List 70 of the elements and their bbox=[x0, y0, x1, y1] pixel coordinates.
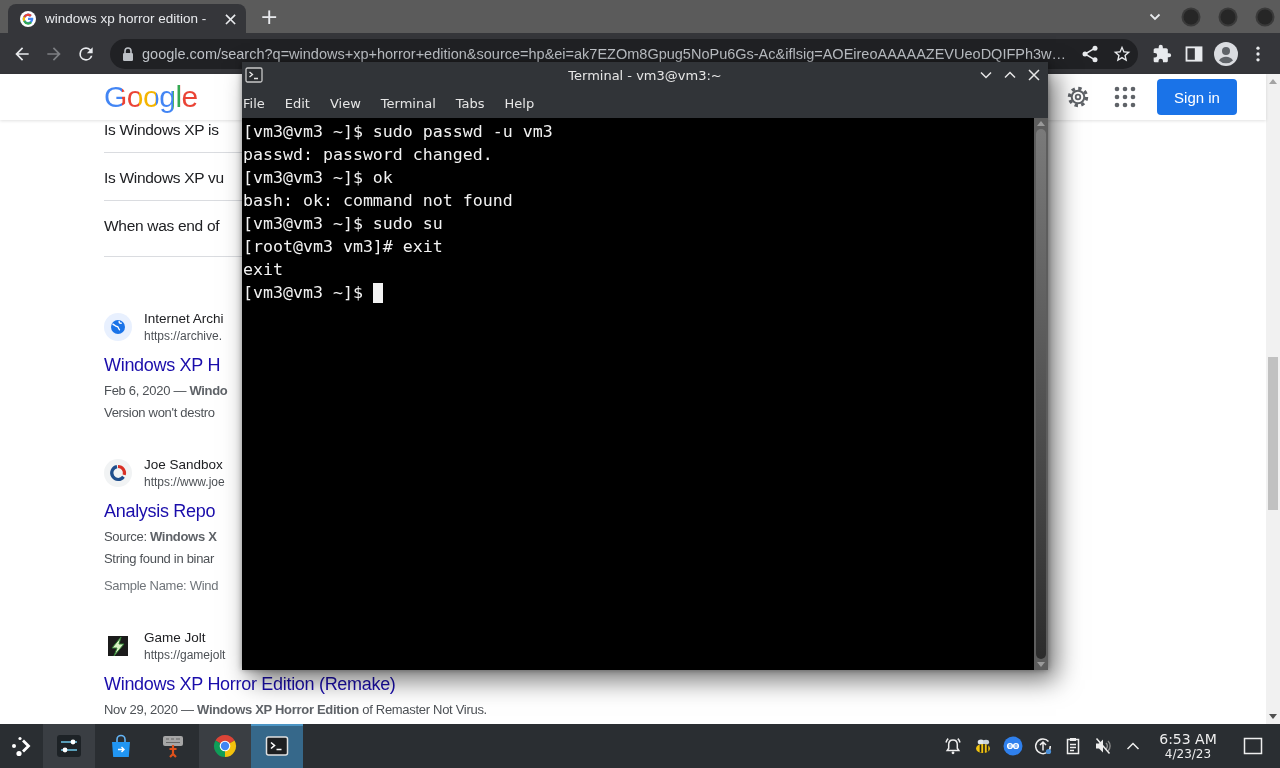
sidebar-icon[interactable] bbox=[1184, 43, 1204, 64]
square-icon[interactable] bbox=[1243, 736, 1263, 756]
result-title-link[interactable]: Analysis Repo bbox=[104, 498, 216, 524]
site-name: Game Jolt bbox=[144, 629, 206, 647]
terminal-line: [vm3@vm3 ~]$ sudo passwd -u vm3 bbox=[243, 121, 553, 143]
snippet-text: Sample Name: Wind bbox=[104, 577, 219, 595]
site-name: Internet Archi bbox=[144, 310, 224, 328]
close-icon[interactable] bbox=[1028, 69, 1040, 81]
terminal-line: [vm3@vm3 ~]$ bbox=[243, 282, 363, 304]
scroll-down-arrow-icon[interactable] bbox=[1268, 713, 1278, 721]
share-icon[interactable] bbox=[1080, 43, 1100, 64]
snippet-text: Source: Windows X bbox=[104, 528, 217, 546]
taskbar-button[interactable] bbox=[199, 724, 251, 768]
clock-time: 6:53 AM bbox=[1159, 731, 1217, 747]
bell-icon[interactable] bbox=[943, 736, 963, 756]
close-tab-button[interactable]: × bbox=[220, 9, 240, 28]
scrollbar[interactable] bbox=[1266, 74, 1280, 724]
terminal-line: [root@vm3 vm3]# exit bbox=[243, 236, 443, 258]
globe-icon bbox=[104, 313, 132, 341]
clock-date: 4/23/23 bbox=[1164, 747, 1212, 761]
snippet-text: String found in binar bbox=[104, 550, 215, 568]
terminal-line: passwd: password changed. bbox=[243, 144, 493, 166]
terminal-line: exit bbox=[243, 259, 283, 281]
terminal-line: [vm3@vm3 ~]$ ok bbox=[243, 167, 393, 189]
result-url: https://gamejolt bbox=[144, 647, 226, 663]
menu-item[interactable]: View bbox=[319, 95, 371, 111]
result-url: https://archive. bbox=[144, 328, 223, 344]
question-item[interactable]: Is Windows XP vu bbox=[104, 168, 224, 188]
chevron-up-icon[interactable] bbox=[1004, 69, 1016, 81]
g-logo-icon bbox=[20, 10, 36, 27]
terminal-icon bbox=[245, 67, 263, 83]
taskbar-button[interactable] bbox=[43, 724, 95, 768]
menu-item[interactable]: Tabs bbox=[445, 95, 495, 111]
result-title-link[interactable]: Windows XP H bbox=[104, 352, 221, 378]
snippet-text: Version won't destro bbox=[104, 404, 215, 422]
taskbar-button[interactable] bbox=[251, 724, 303, 768]
browser-icon bbox=[211, 732, 239, 760]
terminal-line: [vm3@vm3 ~]$ sudo su bbox=[243, 213, 443, 235]
sign-in-button[interactable]: Sign in bbox=[1157, 79, 1237, 115]
scrollbar-thumb[interactable] bbox=[1268, 357, 1278, 510]
site-name: Joe Sandbox bbox=[144, 456, 223, 474]
text-cursor bbox=[372, 282, 383, 303]
snippet-text: Feb 6, 2020 — Windo bbox=[104, 382, 228, 400]
apps-grid-icon[interactable] bbox=[1113, 85, 1137, 109]
puzzle-piece-icon[interactable] bbox=[1152, 43, 1172, 64]
menu-item[interactable]: Terminal bbox=[370, 95, 446, 111]
snippet-text: Nov 29, 2020 — Windows XP Horror Edition of Remaster Not Virus. bbox=[104, 701, 487, 719]
new-tab-button[interactable]: + bbox=[260, 6, 279, 28]
result-url: https://www.joe bbox=[144, 474, 225, 490]
lock-icon bbox=[122, 46, 134, 61]
question-item[interactable]: When was end of bbox=[104, 216, 220, 236]
menu-item[interactable]: Edit bbox=[274, 95, 320, 111]
menu-item[interactable]: File bbox=[243, 95, 275, 111]
result-title-link[interactable]: Windows XP Horror Edition (Remake) bbox=[104, 671, 396, 697]
menu-item[interactable]: Help bbox=[494, 95, 545, 111]
bee-icon[interactable] bbox=[973, 736, 993, 756]
scrollbar[interactable] bbox=[1034, 118, 1048, 670]
speaker-muted-icon[interactable] bbox=[1093, 736, 1113, 756]
ring-icon bbox=[104, 459, 132, 487]
settings-icon[interactable] bbox=[1066, 85, 1090, 109]
chevron-down-icon[interactable] bbox=[980, 69, 992, 81]
avatar-icon[interactable] bbox=[1214, 41, 1238, 66]
browser-tab[interactable]: windows xp horror edition - × bbox=[8, 4, 246, 33]
question-item[interactable]: Is Windows XP is bbox=[104, 120, 219, 140]
sliders-icon bbox=[55, 732, 83, 760]
terminal-line: bash: ok: command not found bbox=[243, 190, 513, 212]
scrollbar-thumb[interactable] bbox=[1036, 129, 1046, 659]
circular-arrow-icon[interactable] bbox=[1033, 736, 1053, 756]
round-app-icon[interactable] bbox=[1003, 736, 1023, 756]
window-title: Terminal - vm3@vm3:~ bbox=[568, 67, 722, 83]
